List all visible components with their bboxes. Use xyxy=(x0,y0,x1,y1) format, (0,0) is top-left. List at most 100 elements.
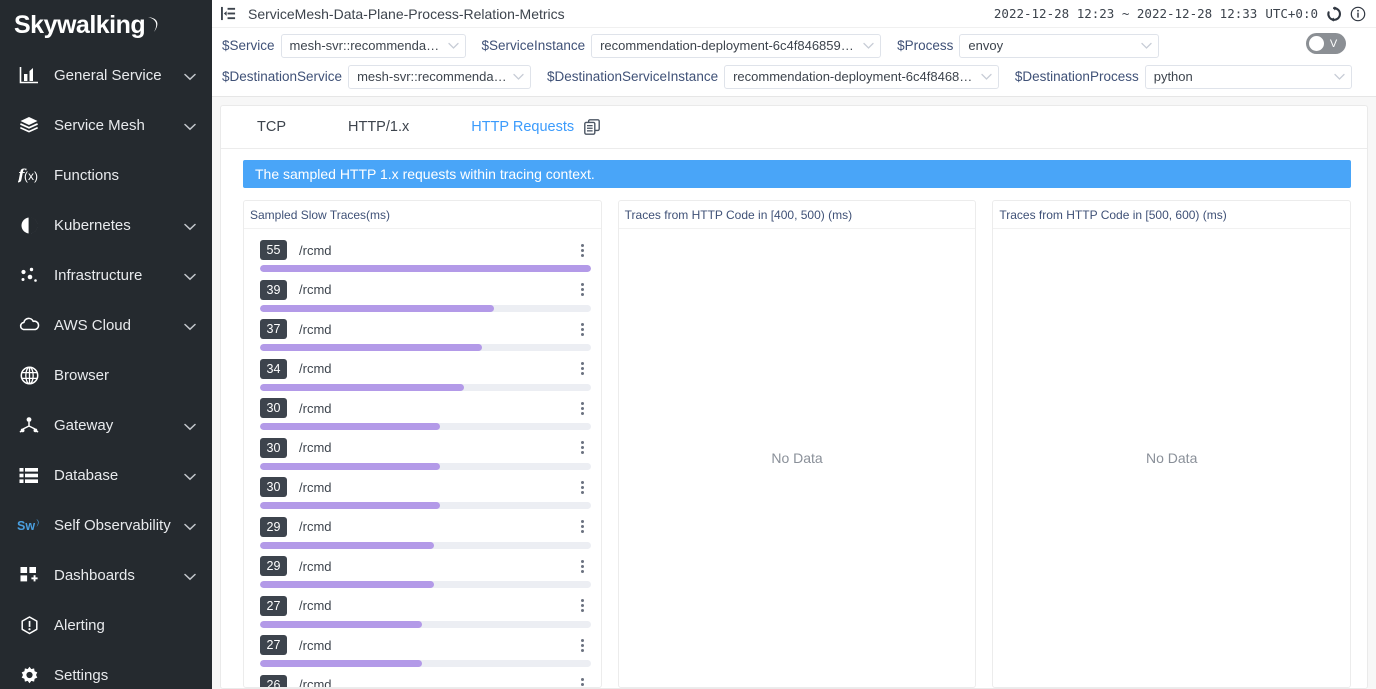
reload-icon[interactable] xyxy=(1326,6,1342,22)
sidebar-item-database[interactable]: Database xyxy=(0,450,212,500)
filter-select-destination-service-instance[interactable]: recommendation-deployment-6c4f846859-l8r… xyxy=(724,65,999,89)
trace-list-item[interactable]: 37/rcmd xyxy=(260,318,591,351)
trace-list-item[interactable]: 29/rcmd xyxy=(260,516,591,549)
more-options-icon[interactable] xyxy=(575,242,591,259)
moon-icon xyxy=(146,11,161,40)
trace-duration-badge: 29 xyxy=(260,517,287,537)
trace-duration-badge: 30 xyxy=(260,398,287,418)
more-options-icon[interactable] xyxy=(575,637,591,654)
panel-title: Traces from HTTP Code in [500, 600) (ms) xyxy=(993,201,1350,229)
sidebar-item-label: Service Mesh xyxy=(54,117,184,134)
function-icon: f(x) xyxy=(16,164,42,186)
sidebar-item-functions[interactable]: f(x)Functions xyxy=(0,150,212,200)
chevron-down-icon[interactable] xyxy=(184,468,198,482)
trace-duration-bar-fill xyxy=(260,384,464,391)
filter-label-process: $Process xyxy=(897,38,953,53)
filter-row-2: $DestinationService mesh-svr::recommenda… xyxy=(222,63,1368,90)
trace-list-item[interactable]: 27/rcmd xyxy=(260,595,591,628)
chevron-down-icon[interactable] xyxy=(184,118,198,132)
sidebar-item-gateway[interactable]: Gateway xyxy=(0,400,212,450)
sidebar-collapse-icon[interactable] xyxy=(218,4,238,24)
filter-select-service[interactable]: mesh-svr::recommendation xyxy=(281,34,466,58)
tab-http-requests[interactable]: HTTP Requests xyxy=(471,119,600,135)
trace-list-item[interactable]: 30/rcmd xyxy=(260,437,591,470)
sidebar-item-label: Dashboards xyxy=(54,567,184,584)
more-options-icon[interactable] xyxy=(575,479,591,496)
sidebar-item-label: AWS Cloud xyxy=(54,317,184,334)
sidebar-item-browser[interactable]: Browser xyxy=(0,350,212,400)
filter-select-destination-process[interactable]: python xyxy=(1145,65,1352,89)
more-options-icon[interactable] xyxy=(575,321,591,338)
more-options-icon[interactable] xyxy=(575,439,591,456)
more-options-icon[interactable] xyxy=(575,518,591,535)
sidebar-item-infrastructure[interactable]: Infrastructure xyxy=(0,250,212,300)
sidebar: Skywalking General Service Service Mesh f(… xyxy=(0,0,212,689)
trace-duration-bar-fill xyxy=(260,265,591,272)
chevron-down-icon[interactable] xyxy=(184,518,198,532)
view-toggle[interactable]: V xyxy=(1306,33,1346,54)
trace-list-item[interactable]: 26/rcmd xyxy=(260,674,591,688)
sidebar-item-self-observability[interactable]: SwSelf Observability xyxy=(0,500,212,550)
panel-title: Sampled Slow Traces(ms) xyxy=(244,201,601,229)
chevron-down-icon xyxy=(1334,69,1345,84)
more-options-icon[interactable] xyxy=(575,281,591,298)
tab-tcp[interactable]: TCP xyxy=(257,119,286,135)
trace-list-item[interactable]: 55/rcmd xyxy=(260,239,591,272)
sidebar-item-dashboards[interactable]: Dashboards xyxy=(0,550,212,600)
trace-endpoint-label: /rcmd xyxy=(299,440,575,455)
trace-duration-bar-track xyxy=(260,502,591,509)
trace-list-item[interactable]: 29/rcmd xyxy=(260,555,591,588)
trace-duration-bar-fill xyxy=(260,305,494,312)
filter-label-destination-process: $DestinationProcess xyxy=(1015,69,1139,84)
more-options-icon[interactable] xyxy=(575,676,591,687)
info-icon[interactable] xyxy=(1350,6,1366,22)
sidebar-item-kubernetes[interactable]: Kubernetes xyxy=(0,200,212,250)
chevron-down-icon[interactable] xyxy=(184,268,198,282)
more-options-icon[interactable] xyxy=(575,597,591,614)
trace-duration-bar-fill xyxy=(260,423,440,430)
trace-list-item[interactable]: 30/rcmd xyxy=(260,476,591,509)
more-options-icon[interactable] xyxy=(575,558,591,575)
sidebar-item-service-mesh[interactable]: Service Mesh xyxy=(0,100,212,150)
filter-value-service: mesh-svr::recommendation xyxy=(290,38,442,53)
trace-duration-badge: 30 xyxy=(260,477,287,497)
panel-2: Traces from HTTP Code in [400, 500) (ms)… xyxy=(618,200,977,688)
trace-list-item[interactable]: 30/rcmd xyxy=(260,397,591,430)
brand-logo[interactable]: Skywalking xyxy=(0,0,212,50)
filter-select-service-instance[interactable]: recommendation-deployment-6c4f846859-l8r… xyxy=(591,34,881,58)
trace-list-item[interactable]: 39/rcmd xyxy=(260,279,591,312)
trace-duration-badge: 34 xyxy=(260,359,287,379)
sidebar-item-general-service[interactable]: General Service xyxy=(0,50,212,100)
tab-label: HTTP/1.x xyxy=(348,119,409,135)
timezone-label: UTC+0:0 xyxy=(1265,6,1318,21)
filter-select-destination-service[interactable]: mesh-svr::recommendation xyxy=(348,65,531,89)
filter-row-1: $Service mesh-svr::recommendation $Servi… xyxy=(222,32,1368,59)
topbar-right: 2022-12-28 12:23 ~ 2022-12-28 12:33 UTC+… xyxy=(994,6,1366,22)
filter-select-process[interactable]: envoy xyxy=(959,34,1159,58)
panel-body: No Data xyxy=(993,229,1350,687)
panel-grid: Sampled Slow Traces(ms) 55/rcmd 39/rcmd 37/… xyxy=(221,188,1367,688)
tab-label: HTTP Requests xyxy=(471,119,574,135)
trace-duration-bar-fill xyxy=(260,344,482,351)
chevron-down-icon[interactable] xyxy=(184,318,198,332)
trace-duration-bar-track xyxy=(260,581,591,588)
more-options-icon[interactable] xyxy=(575,400,591,417)
trace-list-item[interactable]: 27/rcmd xyxy=(260,634,591,667)
info-banner: The sampled HTTP 1.x requests within tra… xyxy=(243,160,1351,188)
panel-3: Traces from HTTP Code in [500, 600) (ms)… xyxy=(992,200,1351,688)
chevron-down-icon[interactable] xyxy=(184,218,198,232)
copy-icon[interactable] xyxy=(584,119,600,135)
sidebar-item-alerting[interactable]: Alerting xyxy=(0,600,212,650)
chevron-down-icon[interactable] xyxy=(184,418,198,432)
filter-value-service-instance: recommendation-deployment-6c4f846859-l8r… xyxy=(600,38,857,53)
tab-http-1-x[interactable]: HTTP/1.x xyxy=(348,119,409,135)
more-options-icon[interactable] xyxy=(575,360,591,377)
sidebar-item-aws-cloud[interactable]: AWS Cloud xyxy=(0,300,212,350)
panel-body: No Data xyxy=(619,229,976,687)
chevron-down-icon[interactable] xyxy=(184,568,198,582)
time-range[interactable]: 2022-12-28 12:23 ~ 2022-12-28 12:33 xyxy=(994,6,1257,21)
trace-row-header: 27/rcmd xyxy=(260,634,591,656)
sidebar-item-settings[interactable]: Settings xyxy=(0,650,212,689)
trace-list-item[interactable]: 34/rcmd xyxy=(260,358,591,391)
chevron-down-icon[interactable] xyxy=(184,68,198,82)
